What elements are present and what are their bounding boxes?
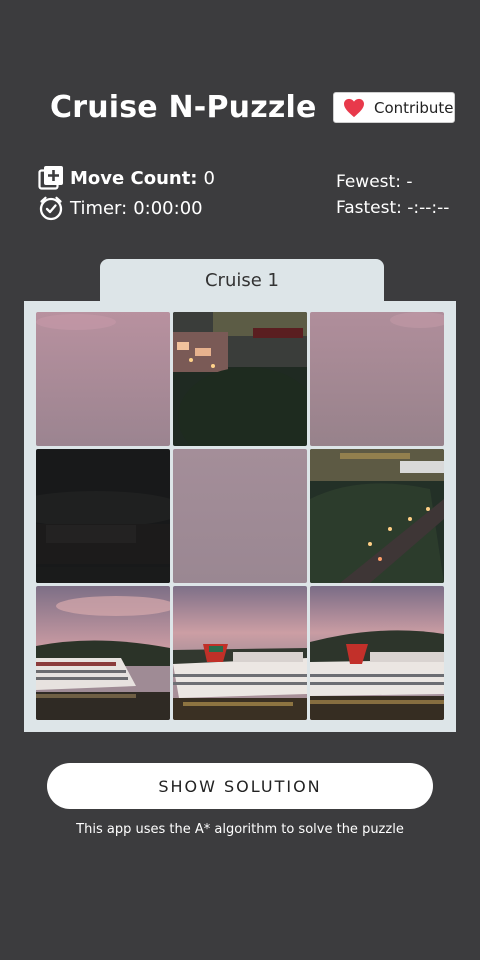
add-stack-icon — [38, 166, 63, 190]
puzzle-tile[interactable] — [36, 586, 170, 720]
pink-sky-image — [310, 312, 444, 446]
pink-sky-image — [173, 449, 307, 583]
heart-icon — [344, 98, 364, 117]
timer-row: Timer: 0:00:00 — [38, 195, 203, 221]
dark-hillside-image — [36, 449, 170, 583]
tab-cruise-1[interactable]: Cruise 1 — [100, 259, 384, 302]
puzzle-tile[interactable] — [36, 312, 170, 446]
fewest-record: Fewest: - — [336, 172, 413, 192]
ship-right-image — [310, 586, 444, 720]
move-count-value: 0 — [203, 167, 215, 189]
ship-left-image — [36, 586, 170, 720]
puzzle-tile[interactable] — [173, 449, 307, 583]
algorithm-note: This app uses the A* algorithm to solve … — [76, 822, 404, 837]
puzzle-tile[interactable] — [173, 312, 307, 446]
move-count-row: Move Count: 0 — [38, 165, 215, 191]
puzzle-board — [36, 312, 444, 720]
harbor-lights-image — [173, 312, 307, 446]
app-title: Cruise N-Puzzle — [50, 90, 317, 125]
puzzle-tile[interactable] — [310, 586, 444, 720]
puzzle-tile[interactable] — [310, 449, 444, 583]
puzzle-tile[interactable] — [36, 449, 170, 583]
puzzle-tile[interactable] — [173, 586, 307, 720]
timer-label: Timer: — [70, 197, 128, 219]
fastest-record: Fastest: -:--:-- — [336, 198, 450, 218]
ship-center-image — [173, 586, 307, 720]
timer-value: 0:00:00 — [133, 197, 203, 219]
move-count-label: Move Count: — [70, 167, 198, 189]
town-lights-image — [310, 449, 444, 583]
pink-sky-image — [36, 312, 170, 446]
app-screen: Cruise N-Puzzle Contribute Move Count: 0… — [0, 0, 480, 960]
timer-icon — [39, 196, 63, 221]
contribute-button[interactable]: Contribute — [333, 92, 455, 123]
show-solution-button[interactable]: SHOW SOLUTION — [47, 763, 433, 809]
puzzle-tile[interactable] — [310, 312, 444, 446]
contribute-label: Contribute — [374, 98, 454, 117]
